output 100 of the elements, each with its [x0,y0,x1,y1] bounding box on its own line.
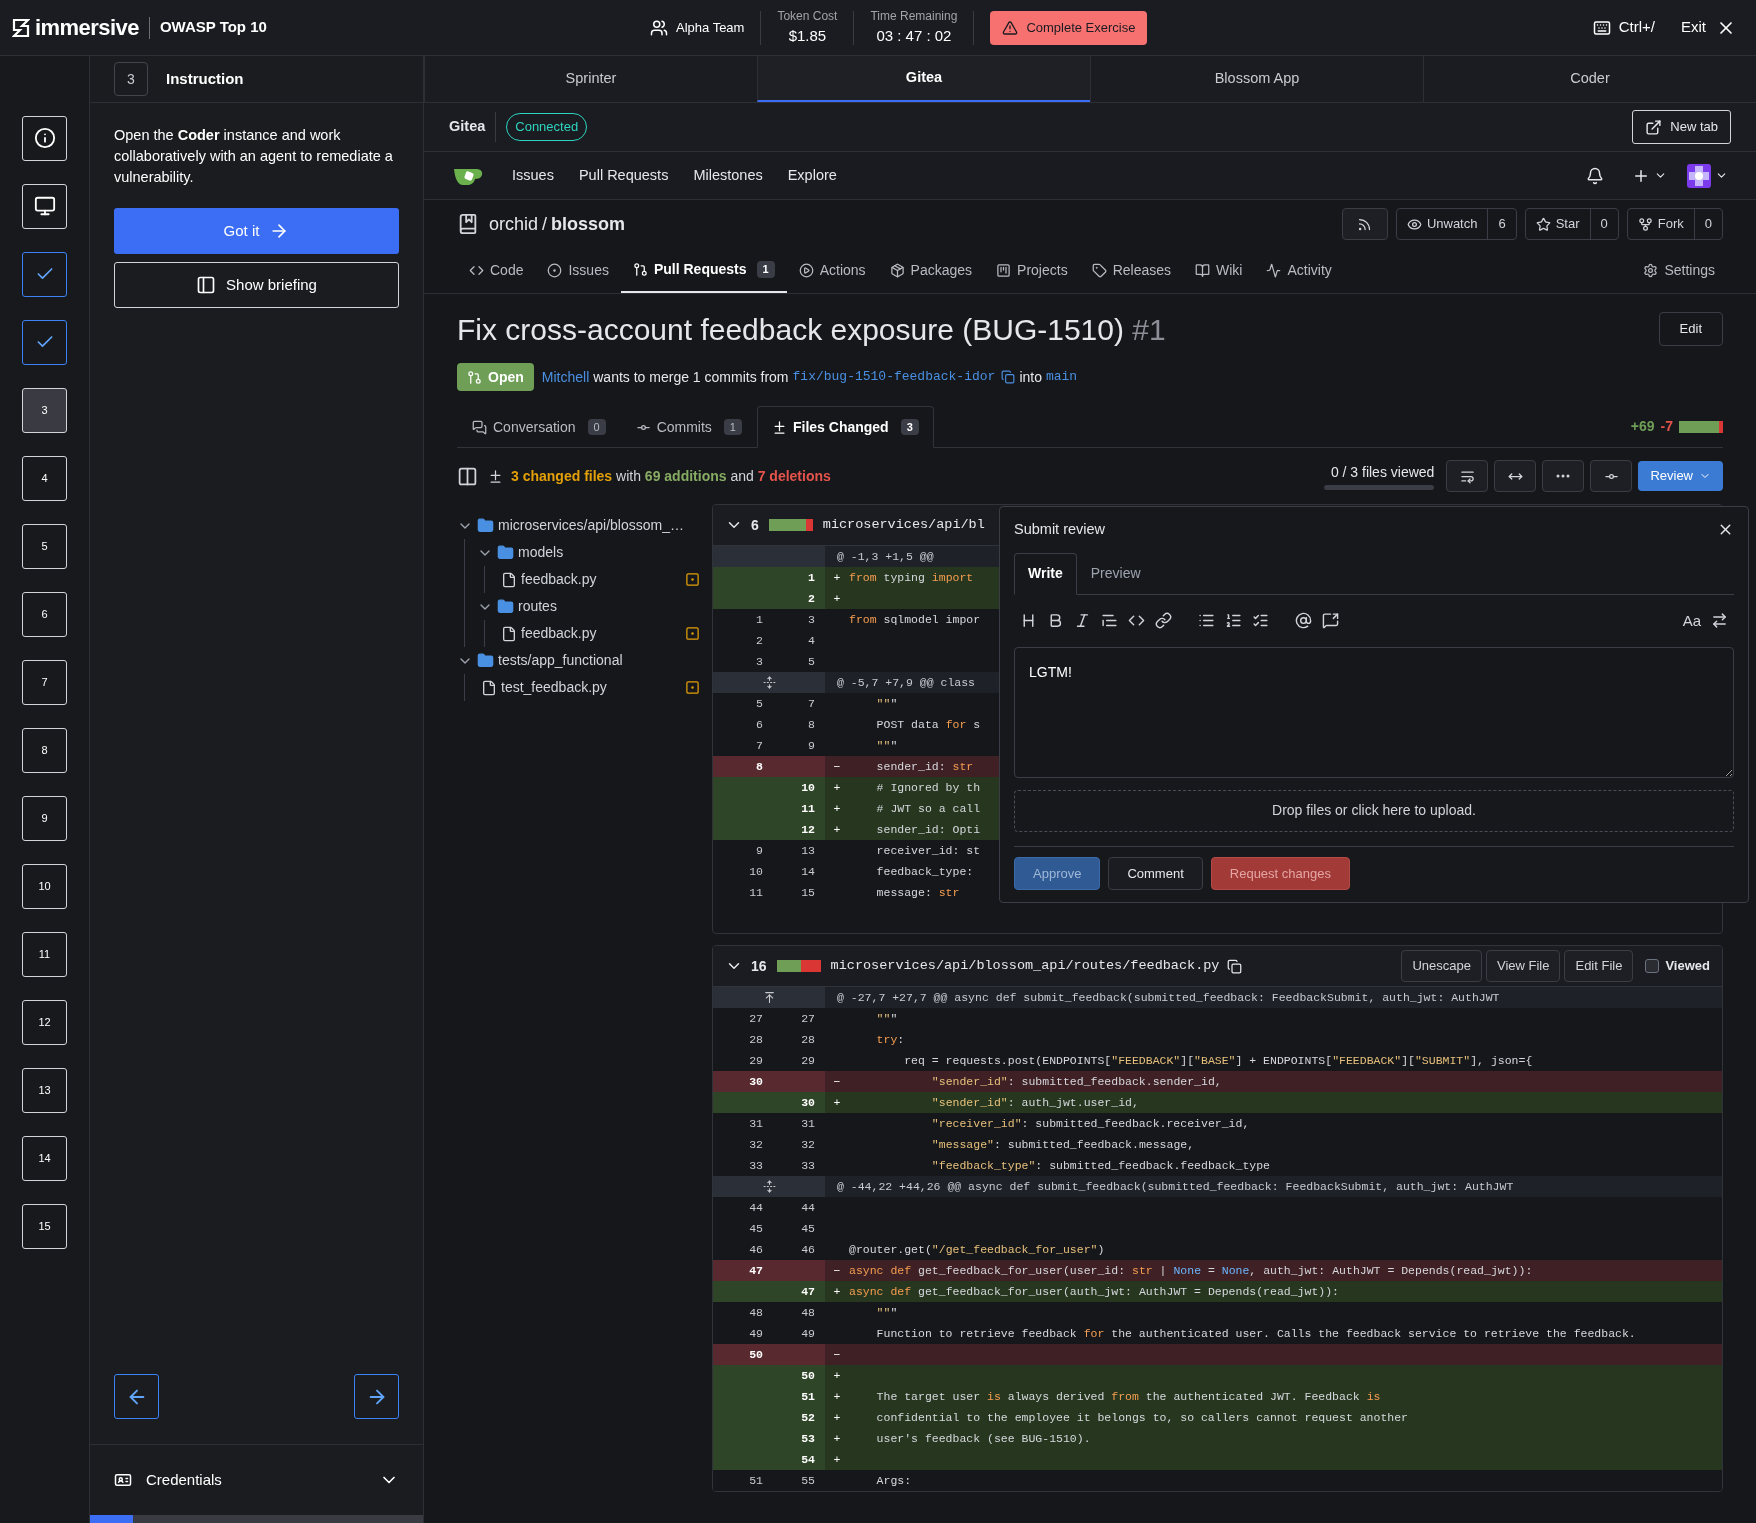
file-action-button[interactable]: View File [1485,950,1561,982]
complete-exercise-button[interactable]: Complete Exercise [990,10,1148,45]
approve-button[interactable]: Approve [1014,856,1101,890]
repo-tab[interactable]: Packages [877,248,985,293]
pr-tab[interactable]: Files Changed 3 [757,406,934,448]
font-toggle[interactable]: Aa [1682,609,1701,632]
viewed-checkbox[interactable] [1645,959,1660,973]
expand-icon[interactable] [762,676,776,689]
notification-icon[interactable] [1586,166,1604,185]
completed-step-button[interactable] [22,319,67,365]
star-button[interactable]: Star [1525,209,1590,239]
repo-tab[interactable]: Actions [786,248,878,293]
branch-link[interactable]: fix/bug-1510-feedback-idor [792,367,996,387]
file-action-button[interactable]: Unescape [1401,950,1482,982]
plus-sign: + [833,781,841,794]
nav-link[interactable]: Issues [512,164,554,187]
step-button[interactable]: 14 [22,1135,67,1181]
file-path[interactable]: microservices/api/bl [822,514,985,536]
repo-tab[interactable]: Activity [1254,248,1344,293]
step-button[interactable]: 5 [22,523,67,569]
step-button[interactable]: 4 [22,455,67,501]
step-button[interactable]: 13 [22,1067,67,1113]
fork-button[interactable]: Fork [1627,209,1694,239]
folder-name[interactable]: tests/app_functional [498,650,623,671]
repo-tab[interactable]: Wiki [1183,248,1255,293]
pr-tab[interactable]: Commits 1 [620,406,757,448]
step-button[interactable]: 15 [22,1203,67,1249]
mention-icon[interactable] [1295,612,1312,630]
numbered-list-icon[interactable] [1225,612,1242,630]
new-tab-button[interactable]: New tab [1632,110,1731,144]
file-path[interactable]: microservices/api/blossom_api/routes/feedback.py [830,955,1220,977]
got-it-button[interactable]: Got it [114,208,399,254]
editor-tab[interactable]: Write [1014,552,1077,595]
nav-link[interactable]: Pull Requests [578,164,669,187]
show-briefing-button[interactable]: Show briefing [114,262,399,308]
watch-button[interactable]: Unwatch [1396,209,1488,239]
link-icon[interactable] [1155,612,1172,630]
edit-button[interactable]: Edit [1658,312,1723,346]
expand-up-icon[interactable] [762,991,776,1004]
info-button[interactable] [22,115,67,161]
step-button[interactable]: 3 [22,387,67,433]
screen-button[interactable] [22,183,67,229]
repo-tab[interactable]: Releases [1079,248,1183,293]
settings-tab[interactable]: Settings [1635,248,1723,293]
exit-button[interactable]: Exit [1681,16,1736,39]
repo-tab[interactable]: Projects [984,248,1080,293]
review-textarea[interactable]: LGTM! [1014,646,1734,778]
folder-name[interactable]: models [518,542,564,563]
file-name[interactable]: feedback.py [521,569,597,590]
workspace-tab[interactable]: Blossom App [1090,56,1423,102]
repo-tab[interactable]: Code [457,248,536,293]
step-button[interactable]: 12 [22,999,67,1045]
workspace-tab[interactable]: Gitea [757,56,1090,102]
previous-button[interactable] [114,1374,159,1419]
viewed-label[interactable]: Viewed [1665,956,1710,976]
swap-icon[interactable] [1711,612,1728,630]
file-action-button[interactable]: Edit File [1564,950,1634,982]
star-icon [1535,216,1551,232]
folder-name[interactable]: microservices/api/blossom_… [498,515,684,536]
upload-drop-zone[interactable]: Drop files or click here to upload. [1014,789,1734,832]
repo-name[interactable]: blossom [551,210,626,238]
next-button[interactable] [354,1374,399,1419]
step-button[interactable]: 7 [22,659,67,705]
comment-button[interactable]: Comment [1108,856,1203,890]
branch-link[interactable]: main [1045,367,1078,387]
whitespace-button[interactable] [1446,460,1489,492]
file-name[interactable]: test_feedback.py [501,677,607,698]
line-number: 10 [777,777,825,798]
repo-owner[interactable]: orchid [489,210,539,238]
repo-tab[interactable]: Pull Requests 1 [620,248,787,293]
italic-icon[interactable] [1074,612,1091,630]
review-button[interactable]: Review [1638,461,1723,491]
reference-icon[interactable] [1322,612,1339,630]
expand-icon[interactable] [762,1180,776,1193]
step-button[interactable]: 9 [22,795,67,841]
pr-tab[interactable]: Conversation 0 [457,406,621,448]
step-button[interactable]: 11 [22,931,67,977]
split-view-button[interactable] [1494,460,1537,492]
toggle-file-tree-icon[interactable] [457,465,478,487]
avatar-icon [1687,163,1711,188]
pull-request-icon [467,369,482,385]
step-button[interactable]: 10 [22,863,67,909]
user-menu-button[interactable] [1687,163,1728,188]
editor-tab[interactable]: Preview [1076,552,1155,595]
more-button[interactable] [1542,460,1585,492]
author-link[interactable]: Mitchell [541,366,590,388]
nav-link[interactable]: Explore [787,164,837,187]
shortcut-button[interactable]: Ctrl+/ [1592,16,1655,39]
completed-step-button[interactable] [22,251,67,297]
line-number: 50 [713,1344,777,1365]
workspace-tab[interactable]: Coder [1423,56,1756,102]
copy-icon[interactable] [1227,958,1243,974]
file-name[interactable]: feedback.py [521,623,597,644]
repo-tab[interactable]: Issues [535,248,621,293]
folder-name[interactable]: routes [518,596,557,617]
step-button[interactable]: 6 [22,591,67,637]
line-number: 30 [713,1071,777,1092]
nav-link[interactable]: Milestones [693,164,763,187]
step-button[interactable]: 8 [22,727,67,773]
rss-button[interactable] [1341,208,1388,240]
